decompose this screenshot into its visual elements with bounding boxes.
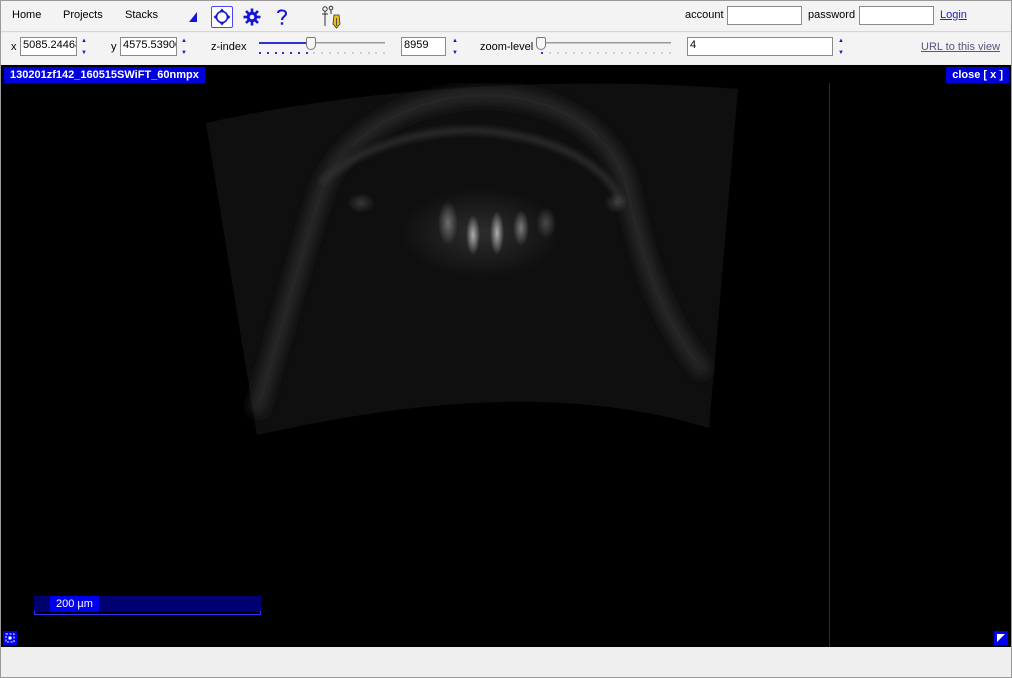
slider-tick [589, 52, 591, 54]
z-index-slider[interactable] [259, 37, 385, 54]
slider-tick [290, 52, 292, 54]
resize-icon[interactable] [994, 631, 1008, 645]
slider-tick [274, 52, 277, 54]
em-image-tile[interactable] [1, 83, 1011, 647]
slider-tick [352, 52, 354, 54]
status-bar [1, 647, 1011, 677]
slider-tick [305, 52, 308, 54]
z-index-input[interactable]: 8959 [401, 37, 446, 56]
y-label: y [111, 41, 117, 53]
z-index-label: z-index [211, 41, 247, 53]
stack-viewer[interactable]: 130201zf142_160515SWiFT_60nmpx close [ x… [1, 65, 1011, 647]
chevron-down-icon[interactable]: ▼ [838, 49, 844, 57]
zoom-level-label: zoom-level [480, 41, 534, 53]
slider-tick [328, 52, 331, 54]
url-to-view-link[interactable]: URL to this view [921, 41, 1000, 53]
account-input[interactable] [727, 6, 802, 25]
y-spinner[interactable]: ▲ ▼ [180, 37, 188, 57]
z-index-slider-fill [259, 42, 311, 44]
scale-bar-rule [34, 611, 261, 615]
slider-tick [336, 52, 339, 54]
slider-tick [297, 52, 300, 54]
pen-tool-icon[interactable] [319, 5, 343, 29]
chevron-up-icon[interactable]: ▲ [81, 37, 87, 45]
z-spinner[interactable]: ▲ ▼ [451, 37, 459, 57]
fullscreen-icon[interactable] [3, 631, 17, 645]
slider-tick [383, 52, 385, 54]
slider-tick [259, 52, 261, 54]
viewer-title: 130201zf142_160515SWiFT_60nmpx [4, 67, 205, 83]
slider-tick [367, 52, 370, 54]
password-label: password [808, 9, 856, 21]
slider-tick [313, 52, 316, 54]
x-spinner[interactable]: ▲ ▼ [80, 37, 88, 57]
login-link[interactable]: Login [940, 9, 967, 21]
tile-boundary-line [829, 83, 830, 647]
scale-bar-label: 200 µm [50, 596, 99, 612]
slider-tick [573, 52, 575, 54]
slider-tick [557, 52, 559, 54]
slider-tick [266, 52, 269, 54]
slider-tick [359, 52, 362, 54]
chevron-down-icon[interactable]: ▼ [181, 49, 187, 57]
account-label: account [685, 9, 724, 21]
slider-tick [375, 52, 378, 54]
move-crosshair-icon[interactable] [211, 6, 233, 28]
zoom-level-slider[interactable] [536, 37, 671, 54]
slider-tick [321, 52, 323, 54]
triangle-left-icon[interactable] [182, 6, 204, 28]
z-index-slider-ticks [259, 52, 385, 55]
slider-tick [637, 52, 639, 54]
slider-tick [629, 52, 631, 54]
slider-tick [653, 52, 655, 54]
slider-tick [669, 52, 671, 54]
top-menu-bar: Home Projects Stacks account password Lo… [1, 1, 1011, 32]
password-input[interactable] [859, 6, 934, 25]
slider-tick [661, 52, 663, 54]
chevron-down-icon[interactable]: ▼ [81, 49, 87, 57]
y-coordinate-input[interactable]: 4575.53900 [120, 37, 177, 56]
chevron-up-icon[interactable]: ▲ [838, 37, 844, 45]
zoom-spinner[interactable]: ▲ ▼ [837, 37, 845, 57]
z-index-slider-handle[interactable] [306, 37, 316, 50]
menu-projects[interactable]: Projects [63, 9, 103, 21]
slider-tick [605, 52, 607, 54]
chevron-down-icon[interactable]: ▼ [452, 49, 458, 57]
slider-tick [282, 52, 285, 54]
slider-tick [621, 52, 623, 54]
x-label: x [11, 41, 17, 53]
zoom-level-slider-handle[interactable] [536, 37, 546, 50]
slider-tick [549, 52, 551, 54]
slider-tick [597, 52, 599, 54]
slider-tick [541, 52, 543, 54]
gear-icon[interactable] [241, 6, 263, 28]
x-coordinate-input[interactable]: 5085.24468 [20, 37, 77, 56]
scale-bar: 200 µm [34, 596, 261, 615]
zoom-level-input[interactable]: 4 [687, 37, 833, 56]
slider-tick [613, 52, 615, 54]
chevron-up-icon[interactable]: ▲ [181, 37, 187, 45]
menu-stacks[interactable]: Stacks [125, 9, 158, 21]
menu-home[interactable]: Home [12, 9, 41, 21]
slider-tick [581, 52, 583, 54]
chevron-up-icon[interactable]: ▲ [452, 37, 458, 45]
slider-tick [565, 52, 567, 54]
navigator-toolbar: x 5085.24468 ▲ ▼ y 4575.53900 ▲ ▼ z-inde… [1, 33, 1011, 64]
slider-tick [645, 52, 647, 54]
zoom-level-slider-ticks [541, 52, 671, 55]
slider-tick [344, 52, 347, 54]
question-mark-icon[interactable] [271, 6, 293, 28]
close-viewer-button[interactable]: close [ x ] [946, 67, 1009, 83]
